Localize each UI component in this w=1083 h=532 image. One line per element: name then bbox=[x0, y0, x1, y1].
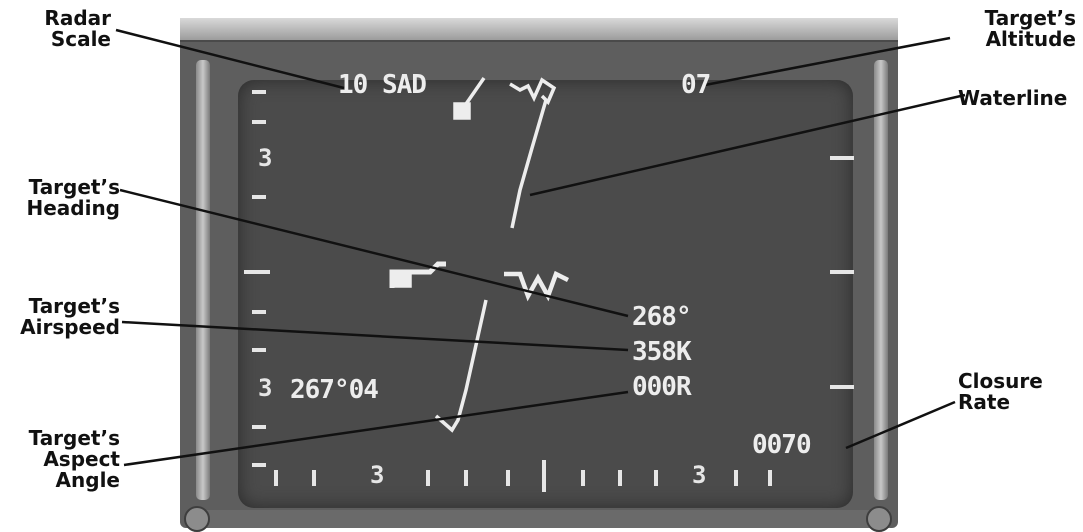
leader-line-target-heading bbox=[119, 188, 629, 318]
callout-text: Closure bbox=[958, 369, 1043, 393]
callout-target-aspect: Target’s Aspect Angle bbox=[29, 428, 120, 491]
target-heading-value: 268° bbox=[632, 302, 692, 332]
callout-target-airspeed: Target’s Airspeed bbox=[20, 296, 120, 338]
radar-symbology bbox=[115, 28, 966, 492]
callout-text: Waterline bbox=[958, 86, 1068, 110]
target-aspect-value: 000R bbox=[632, 372, 692, 402]
bearing-range-value: 267°04 bbox=[290, 375, 379, 405]
leader-line-target-airspeed bbox=[121, 320, 629, 352]
callout-text: Heading bbox=[26, 196, 120, 220]
callout-text: Altitude bbox=[985, 27, 1076, 51]
leader-line-target-altitude bbox=[704, 36, 951, 87]
callout-text: Target’s bbox=[28, 426, 120, 450]
callout-radar-scale: Radar Scale bbox=[44, 8, 111, 50]
callout-text: Airspeed bbox=[20, 315, 120, 339]
leader-line-waterline bbox=[529, 93, 966, 197]
lower-vector-line bbox=[434, 299, 488, 433]
left-scale-number: 3 bbox=[258, 374, 273, 402]
callout-text: Rate bbox=[958, 390, 1011, 414]
left-scale-number: 3 bbox=[258, 144, 273, 172]
bottom-scale-number: 3 bbox=[370, 461, 385, 489]
ownship-square-icon bbox=[453, 102, 471, 120]
callout-text: Target’s bbox=[984, 6, 1076, 30]
target-airspeed-value: 358K bbox=[632, 337, 692, 367]
callout-text: Target’s bbox=[28, 175, 120, 199]
leader-line-radar-scale bbox=[115, 28, 345, 90]
closure-rate-value: 0070 bbox=[752, 430, 812, 460]
radar-diagram: 10 SAD 07 268° 358K 000R 267°04 0070 3 3… bbox=[0, 0, 1083, 532]
callout-closure-rate: Closure Rate bbox=[958, 371, 1043, 413]
callout-text: Angle bbox=[55, 468, 120, 492]
callout-text: Aspect bbox=[43, 447, 120, 471]
callout-target-heading: Target’s Heading bbox=[26, 177, 120, 219]
mode-slash-icon bbox=[464, 77, 486, 105]
bottom-scale-number: 3 bbox=[692, 461, 707, 489]
leader-line-closure-rate bbox=[845, 400, 956, 450]
radar-scale-readout: 10 SAD bbox=[338, 70, 427, 100]
callout-text: Scale bbox=[50, 27, 111, 51]
callout-text: Target’s bbox=[28, 294, 120, 318]
callout-text: Radar bbox=[44, 6, 111, 30]
radar-scale-value: 10 bbox=[338, 70, 368, 100]
target-vector-line bbox=[510, 99, 548, 229]
radar-mode-value: SAD bbox=[381, 70, 427, 100]
target-altitude-value: 07 bbox=[681, 70, 711, 100]
target-symbol-icon bbox=[509, 77, 557, 106]
callout-waterline: Waterline bbox=[958, 88, 1067, 109]
callout-target-altitude: Target’s Altitude bbox=[985, 8, 1076, 50]
